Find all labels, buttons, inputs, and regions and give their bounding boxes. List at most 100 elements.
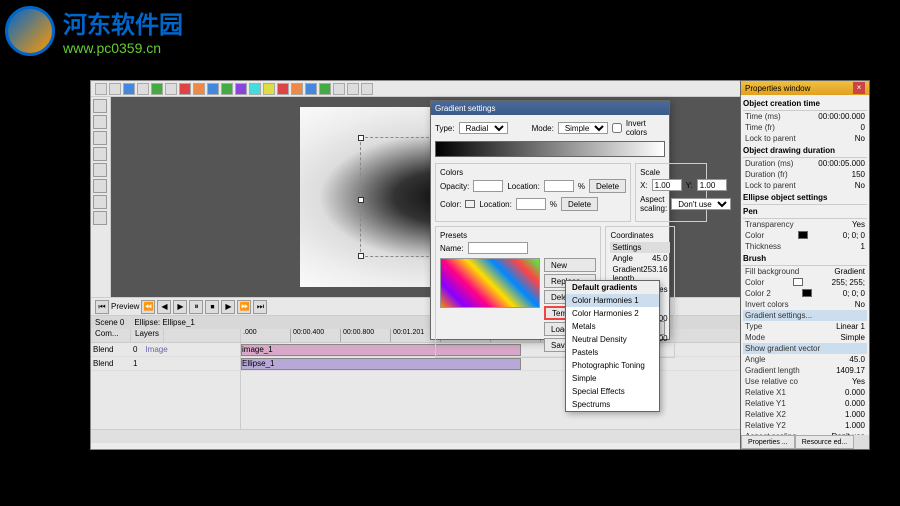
toolbar-btn[interactable] — [109, 83, 121, 95]
watermark-url: www.pc0359.cn — [63, 40, 183, 56]
properties-panel: Properties window × Object creation time… — [740, 80, 870, 450]
preset-name-input[interactable] — [468, 242, 528, 254]
toolbar-btn[interactable] — [193, 83, 205, 95]
tool-btn[interactable] — [93, 195, 107, 209]
delete2-button[interactable]: Delete — [561, 197, 598, 211]
resize-handle[interactable] — [358, 197, 364, 203]
scale-y-input[interactable] — [697, 179, 727, 191]
tool-btn[interactable] — [93, 115, 107, 129]
toolbar-btn[interactable] — [263, 83, 275, 95]
toolbar-btn[interactable] — [361, 83, 373, 95]
step-back-button[interactable]: ◀ — [157, 300, 171, 314]
dropdown-item[interactable]: Photographic Toning — [566, 359, 659, 372]
rewind-end-button[interactable]: ⏭ — [253, 300, 267, 314]
opacity-input[interactable] — [473, 180, 503, 192]
mode-label: Mode: — [532, 124, 554, 133]
main-toolbar — [91, 81, 809, 97]
color-swatch[interactable] — [465, 200, 475, 208]
tool-btn[interactable] — [93, 179, 107, 193]
toolbar-btn[interactable] — [277, 83, 289, 95]
toolbar-btn[interactable] — [137, 83, 149, 95]
scale-title: Scale — [640, 168, 702, 177]
gradient-preview[interactable] — [435, 141, 665, 157]
section-ellipse: Ellipse object settings — [743, 191, 867, 205]
next-frame-button[interactable]: ⏩ — [237, 300, 251, 314]
color-swatch[interactable] — [793, 278, 803, 286]
preview-label: Preview — [111, 302, 139, 311]
type-select[interactable]: Radial — [459, 122, 508, 134]
stop-button[interactable]: ⏹ — [205, 300, 219, 314]
tool-btn[interactable] — [93, 147, 107, 161]
toolbar-btn[interactable] — [291, 83, 303, 95]
section-creation: Object creation time — [743, 97, 867, 111]
watermark-logo — [5, 6, 55, 56]
location2-input[interactable] — [516, 198, 546, 210]
dropdown-item[interactable]: Color Harmonies 2 — [566, 307, 659, 320]
dropdown-item[interactable]: Pastels — [566, 346, 659, 359]
color-swatch[interactable] — [798, 231, 808, 239]
prev-frame-button[interactable]: ⏪ — [141, 300, 155, 314]
toolbar-btn[interactable] — [151, 83, 163, 95]
tool-btn[interactable] — [93, 131, 107, 145]
toolbar-btn[interactable] — [179, 83, 191, 95]
dropdown-item[interactable]: Simple — [566, 372, 659, 385]
scene-label: Scene 0 — [95, 318, 124, 327]
presets-title: Presets — [440, 231, 596, 240]
preset-swatches[interactable] — [440, 258, 540, 308]
section-duration: Object drawing duration — [743, 144, 867, 158]
toolbar-btn[interactable] — [123, 83, 135, 95]
close-icon[interactable]: × — [853, 82, 865, 94]
toolbar-btn[interactable] — [95, 83, 107, 95]
toolbar-btn[interactable] — [221, 83, 233, 95]
coords-title: Coordinates — [610, 231, 669, 240]
new-button[interactable]: New — [544, 258, 596, 272]
invert-checkbox[interactable] — [612, 123, 622, 133]
toolbar-btn[interactable] — [319, 83, 331, 95]
aspect-select[interactable]: Don't use — [671, 198, 731, 210]
section-brush: Brush — [743, 252, 867, 266]
resize-handle[interactable] — [358, 253, 364, 259]
toolbar-btn[interactable] — [249, 83, 261, 95]
pause-button[interactable]: ⏸ — [189, 300, 203, 314]
dropdown-item[interactable]: Special Effects — [566, 385, 659, 398]
toolbar-btn[interactable] — [165, 83, 177, 95]
toolbar-btn[interactable] — [207, 83, 219, 95]
timeline-col-header: Layers — [131, 329, 164, 342]
invert-label: Invert colors — [626, 119, 665, 137]
scale-x-input[interactable] — [652, 179, 682, 191]
color-swatch[interactable] — [802, 289, 812, 297]
dropdown-header: Default gradients — [566, 281, 659, 294]
type-label: Type: — [435, 124, 455, 133]
timeline-col-header: Com... — [91, 329, 131, 342]
properties-title: Properties window — [745, 84, 810, 93]
tool-btn[interactable] — [93, 163, 107, 177]
dialog-title: Gradient settings — [431, 101, 669, 115]
colors-title: Colors — [440, 168, 626, 177]
toolbar-btn[interactable] — [235, 83, 247, 95]
resize-handle[interactable] — [358, 135, 364, 141]
toolbar-btn[interactable] — [347, 83, 359, 95]
templates-dropdown: Default gradients Color Harmonies 1 Colo… — [565, 280, 660, 412]
watermark-title: 河东软件园 — [63, 5, 183, 40]
location-input[interactable] — [544, 180, 574, 192]
dropdown-item[interactable]: Neutral Density — [566, 333, 659, 346]
section-pen: Pen — [743, 205, 867, 219]
timeline-row[interactable]: Blend 0 Image — [91, 343, 240, 357]
status-bar — [91, 429, 809, 443]
dropdown-item[interactable]: Color Harmonies 1 — [566, 294, 659, 307]
toolbar-btn[interactable] — [333, 83, 345, 95]
resource-tab[interactable]: Resource ed... — [795, 435, 855, 449]
dropdown-item[interactable]: Metals — [566, 320, 659, 333]
play-button[interactable]: ▶ — [173, 300, 187, 314]
tool-btn[interactable] — [93, 99, 107, 113]
delete-button[interactable]: Delete — [589, 179, 626, 193]
rewind-start-button[interactable]: ⏮ — [95, 300, 109, 314]
toolbar-btn[interactable] — [305, 83, 317, 95]
tool-btn[interactable] — [93, 211, 107, 225]
timeline-row[interactable]: Blend 1 — [91, 357, 240, 371]
dropdown-item[interactable]: Spectrums — [566, 398, 659, 411]
step-fwd-button[interactable]: ▶ — [221, 300, 235, 314]
properties-tab[interactable]: Properties ... — [741, 435, 795, 449]
tool-palette — [91, 97, 111, 297]
mode-select[interactable]: Simple — [558, 122, 608, 134]
